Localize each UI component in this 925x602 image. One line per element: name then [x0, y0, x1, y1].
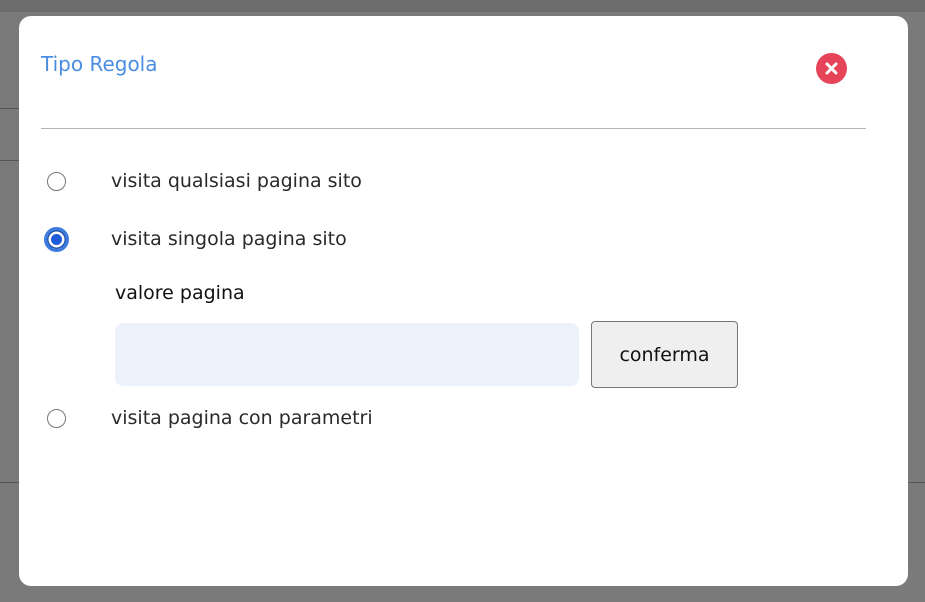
background-divider — [0, 482, 20, 483]
header-divider — [41, 128, 866, 129]
close-icon — [825, 62, 838, 75]
option-page-with-params[interactable]: visita pagina con parametri — [47, 405, 373, 431]
option-label: visita singola pagina sito — [111, 228, 347, 250]
page-value-input[interactable] — [115, 323, 579, 386]
close-button[interactable] — [816, 53, 847, 84]
radio-page-with-params[interactable] — [47, 408, 66, 428]
page-value-label: valore pagina — [115, 282, 245, 304]
radio-single-page[interactable] — [44, 226, 69, 252]
option-label: visita pagina con parametri — [111, 407, 373, 429]
background-divider — [906, 482, 925, 483]
rule-type-modal: Tipo Regola visita qualsiasi pagina sito… — [19, 16, 908, 586]
background-divider — [0, 108, 20, 109]
option-any-page[interactable]: visita qualsiasi pagina sito — [47, 168, 362, 194]
option-single-page[interactable]: visita singola pagina sito — [44, 226, 347, 252]
background-topbar — [0, 0, 925, 12]
radio-any-page[interactable] — [47, 171, 66, 191]
confirm-button[interactable]: conferma — [591, 321, 738, 388]
background-divider — [0, 160, 20, 161]
modal-title: Tipo Regola — [41, 52, 158, 76]
option-label: visita qualsiasi pagina sito — [111, 170, 362, 192]
